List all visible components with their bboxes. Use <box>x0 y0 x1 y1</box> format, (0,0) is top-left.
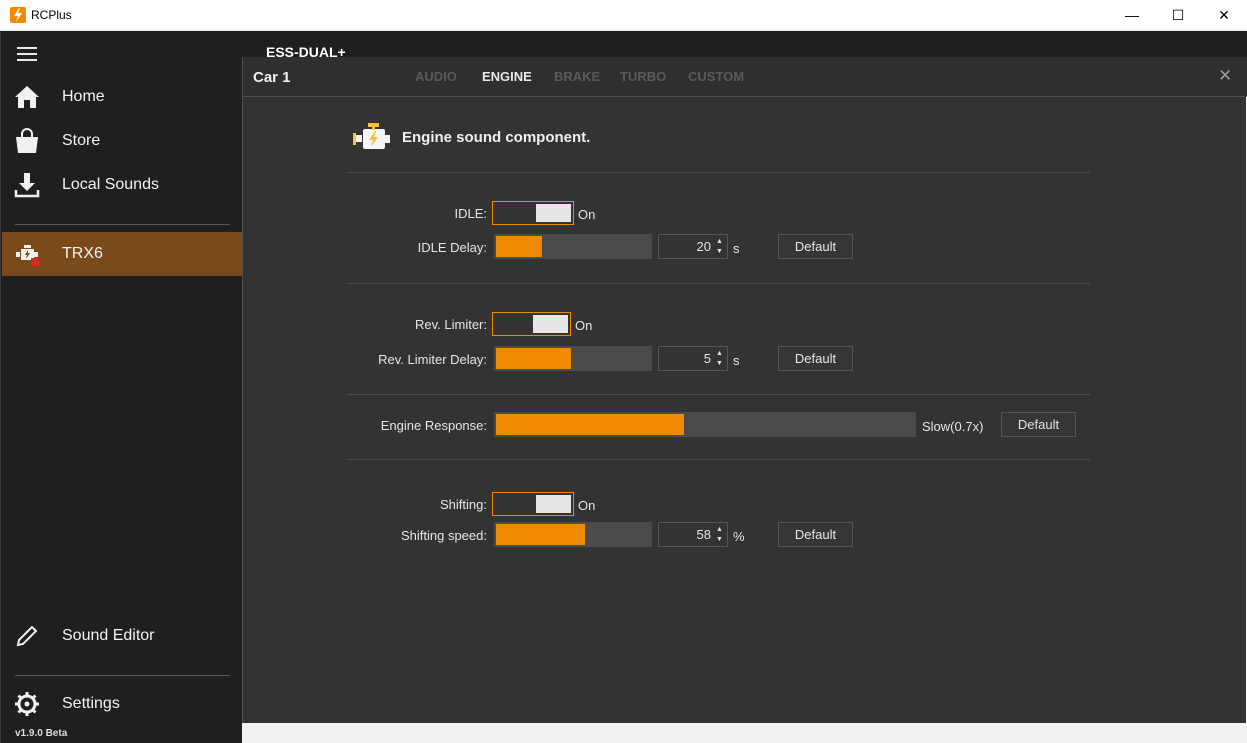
panel-header: Car 1 AUDIO ENGINE BRAKE TURBO CUSTOM ✕ <box>243 57 1247 97</box>
sidebar-item-home[interactable]: Home <box>2 75 242 119</box>
car-settings-panel: Car 1 AUDIO ENGINE BRAKE TURBO CUSTOM ✕ … <box>242 57 1247 723</box>
panel-title: Car 1 <box>253 69 291 86</box>
rev-limiter-delay-value: 5 <box>703 351 711 366</box>
sidebar-item-settings[interactable]: Settings <box>2 682 242 726</box>
sidebar-item-store[interactable]: Store <box>2 119 242 163</box>
shifting-speed-label: Shifting speed: <box>400 528 487 543</box>
slider-fill <box>496 414 684 435</box>
tab-turbo[interactable]: TURBO <box>620 69 666 84</box>
spin-up-arrow-icon[interactable]: ▲ <box>714 525 725 535</box>
tab-audio[interactable]: AUDIO <box>415 69 457 84</box>
gear-icon <box>15 692 39 716</box>
shifting-speed-slider[interactable] <box>494 522 652 547</box>
idle-delay-label: IDLE Delay: <box>417 240 487 255</box>
idle-delay-spinbox[interactable]: 20 ▲ ▼ <box>658 234 728 259</box>
idle-delay-default-button[interactable]: Default <box>778 234 853 259</box>
shifting-speed-spinbox[interactable]: 58 ▲ ▼ <box>658 522 728 547</box>
section-divider <box>347 459 1090 460</box>
minimize-button[interactable]: — <box>1109 0 1155 30</box>
sidebar: Home Store Local Sounds TRX6 Sound Edito… <box>0 31 242 743</box>
maximize-button[interactable]: ☐ <box>1155 0 1201 30</box>
shifting-toggle[interactable] <box>492 492 574 516</box>
sidebar-item-label: TRX6 <box>62 245 103 262</box>
rev-limiter-toggle[interactable] <box>492 312 571 336</box>
sidebar-item-label: Sound Editor <box>62 627 155 644</box>
rev-limiter-label: Rev. Limiter: <box>415 317 487 332</box>
slider-fill <box>496 236 542 257</box>
idle-delay-value: 20 <box>696 239 711 254</box>
spin-down-arrow-icon[interactable]: ▼ <box>714 247 725 257</box>
sidebar-item-trx6[interactable]: TRX6 <box>2 232 242 276</box>
bottom-strip <box>242 723 1247 743</box>
slider-fill <box>496 348 571 369</box>
close-window-button[interactable]: ✕ <box>1201 0 1247 30</box>
tab-engine[interactable]: ENGINE <box>482 69 532 84</box>
spin-up-arrow-icon[interactable]: ▲ <box>714 349 725 359</box>
engine-response-default-button[interactable]: Default <box>1001 412 1076 437</box>
version-label: v1.9.0 Beta <box>15 728 68 739</box>
home-icon <box>15 86 39 108</box>
tab-custom[interactable]: CUSTOM <box>688 69 744 84</box>
shifting-toggle-state: On <box>578 498 596 513</box>
device-name: ESS-DUAL+ <box>266 44 346 57</box>
download-icon <box>14 173 40 198</box>
toggle-knob <box>536 495 571 513</box>
rev-limiter-delay-unit: s <box>733 353 740 368</box>
engine-response-value: Slow(0.7x) <box>922 419 984 434</box>
sidebar-item-label: Local Sounds <box>62 176 159 193</box>
engine-response-slider[interactable] <box>494 412 916 437</box>
sidebar-divider <box>15 675 230 676</box>
idle-delay-slider[interactable] <box>494 234 652 259</box>
device-header-background <box>242 31 1247 57</box>
hamburger-menu-icon[interactable] <box>17 47 37 61</box>
rev-limiter-delay-default-button[interactable]: Default <box>778 346 853 371</box>
section-divider <box>347 172 1090 173</box>
rev-limiter-delay-label: Rev. Limiter Delay: <box>378 352 487 367</box>
rev-limiter-toggle-state: On <box>575 318 593 333</box>
shifting-speed-unit: % <box>733 529 745 544</box>
idle-label: IDLE: <box>454 206 487 221</box>
sidebar-item-label: Home <box>62 88 105 105</box>
store-bag-icon <box>16 128 38 153</box>
idle-toggle[interactable] <box>492 201 574 225</box>
pencil-icon <box>16 625 38 647</box>
engine-icon <box>16 245 39 266</box>
toggle-knob <box>533 315 568 333</box>
sidebar-item-sound-editor[interactable]: Sound Editor <box>2 614 242 658</box>
spin-down-arrow-icon[interactable]: ▼ <box>714 359 725 369</box>
section-title: Engine sound component. <box>402 129 591 146</box>
sidebar-item-local-sounds[interactable]: Local Sounds <box>2 163 242 207</box>
shifting-speed-default-button[interactable]: Default <box>778 522 853 547</box>
panel-close-button[interactable]: ✕ <box>1218 66 1232 86</box>
engine-icon <box>353 123 390 149</box>
shifting-label: Shifting: <box>440 497 487 512</box>
engine-response-label: Engine Response: <box>380 418 487 433</box>
sidebar-item-label: Store <box>62 132 101 149</box>
section-divider <box>347 283 1090 284</box>
tab-brake[interactable]: BRAKE <box>554 69 600 84</box>
slider-fill <box>496 524 585 545</box>
shifting-speed-value: 58 <box>696 527 711 542</box>
idle-toggle-state: On <box>578 207 596 222</box>
app-title: RCPlus <box>31 8 72 22</box>
title-bar: RCPlus — ☐ ✕ <box>0 0 1247 31</box>
sidebar-divider <box>15 224 230 225</box>
rev-limiter-delay-slider[interactable] <box>494 346 652 371</box>
rev-limiter-delay-spinbox[interactable]: 5 ▲ ▼ <box>658 346 728 371</box>
spin-down-arrow-icon[interactable]: ▼ <box>714 535 725 545</box>
toggle-knob <box>536 204 571 222</box>
spin-up-arrow-icon[interactable]: ▲ <box>714 237 725 247</box>
app-logo-icon <box>10 7 26 23</box>
sidebar-item-label: Settings <box>62 695 120 712</box>
section-divider <box>347 394 1090 395</box>
idle-delay-unit: s <box>733 241 740 256</box>
